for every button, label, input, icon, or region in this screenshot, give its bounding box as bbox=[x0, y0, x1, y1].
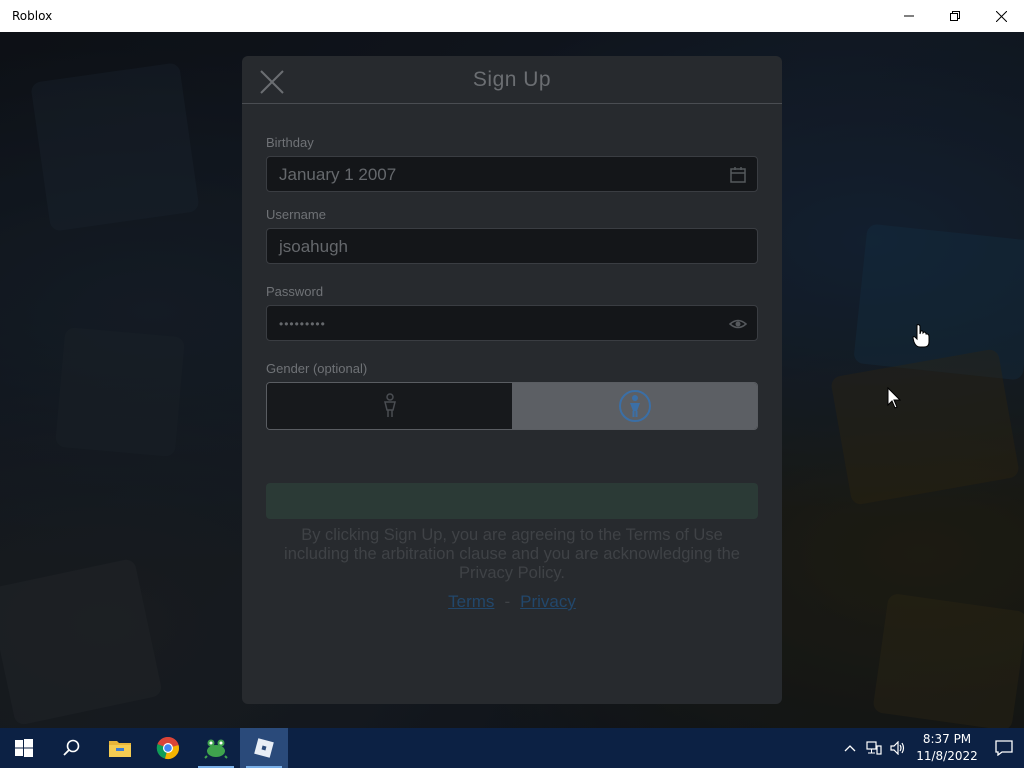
username-input[interactable]: jsoahugh bbox=[266, 228, 758, 264]
clock-date: 11/8/2022 bbox=[916, 749, 978, 763]
action-center-button[interactable] bbox=[984, 728, 1024, 768]
show-hidden-icons-button[interactable] bbox=[838, 728, 862, 768]
chevron-up-icon bbox=[844, 745, 856, 752]
roblox-icon bbox=[254, 738, 274, 758]
frog-icon bbox=[204, 739, 228, 759]
search-button[interactable] bbox=[48, 728, 96, 768]
legal-links: Terms - Privacy bbox=[242, 592, 782, 612]
male-icon bbox=[383, 393, 396, 417]
calendar-icon[interactable] bbox=[729, 166, 747, 184]
username-label: Username bbox=[266, 207, 326, 222]
notification-icon bbox=[995, 740, 1013, 756]
window-title: Roblox bbox=[12, 9, 53, 23]
chrome-icon bbox=[156, 736, 179, 759]
password-input[interactable]: ••••••••• bbox=[266, 305, 758, 341]
legal-text: By clicking Sign Up, you are agreeing to… bbox=[284, 526, 740, 582]
password-label: Password bbox=[266, 284, 324, 299]
minimize-icon bbox=[904, 15, 914, 17]
folder-icon bbox=[109, 741, 131, 757]
minimize-button[interactable] bbox=[886, 0, 932, 32]
windows-icon bbox=[15, 739, 33, 757]
terms-link[interactable]: Terms bbox=[448, 592, 494, 611]
close-window-button[interactable] bbox=[978, 0, 1024, 32]
birthday-field[interactable]: January 1 2007 bbox=[266, 156, 758, 192]
network-icon bbox=[866, 741, 882, 755]
taskbar: 8:37 PM 11/8/2022 bbox=[0, 728, 1024, 768]
taskbar-clock[interactable]: 8:37 PM 11/8/2022 bbox=[910, 731, 984, 765]
roblox-app: Sign Up Birthday January 1 2007 Username… bbox=[0, 32, 1024, 728]
start-button[interactable] bbox=[0, 728, 48, 768]
speaker-icon bbox=[890, 741, 905, 755]
gender-label: Gender (optional) bbox=[266, 361, 368, 376]
clock-time: 8:37 PM bbox=[922, 732, 972, 746]
signup-modal: Sign Up Birthday January 1 2007 Username… bbox=[242, 56, 782, 704]
close-icon bbox=[995, 10, 1007, 22]
birthday-label: Birthday bbox=[266, 135, 314, 150]
search-icon bbox=[63, 739, 80, 756]
signup-button[interactable] bbox=[266, 483, 758, 519]
chrome-button[interactable] bbox=[144, 728, 192, 768]
window-title-bar: Roblox bbox=[0, 0, 1024, 32]
arrow-cursor-icon bbox=[887, 387, 901, 409]
system-tray: 8:37 PM 11/8/2022 bbox=[838, 728, 1024, 768]
eye-icon[interactable] bbox=[729, 315, 747, 333]
gender-female-button[interactable] bbox=[512, 383, 757, 429]
link-separator: - bbox=[504, 592, 511, 611]
gender-selector bbox=[266, 382, 758, 430]
modal-title: Sign Up bbox=[472, 68, 552, 91]
restore-icon bbox=[950, 11, 960, 21]
roblox-button[interactable] bbox=[240, 728, 288, 768]
gender-male-button[interactable] bbox=[267, 383, 512, 429]
hand-cursor-icon bbox=[912, 324, 930, 348]
volume-button[interactable] bbox=[886, 728, 910, 768]
file-explorer-button[interactable] bbox=[96, 728, 144, 768]
birthday-value: January 1 2007 bbox=[279, 165, 397, 184]
female-icon bbox=[618, 390, 651, 422]
privacy-link[interactable]: Privacy bbox=[520, 592, 576, 611]
username-value: jsoahugh bbox=[279, 237, 349, 256]
password-value: ••••••••• bbox=[279, 317, 326, 331]
network-button[interactable] bbox=[862, 728, 886, 768]
frog-app-button[interactable] bbox=[192, 728, 240, 768]
modal-header: Sign Up bbox=[242, 56, 782, 104]
restore-button[interactable] bbox=[932, 0, 978, 32]
